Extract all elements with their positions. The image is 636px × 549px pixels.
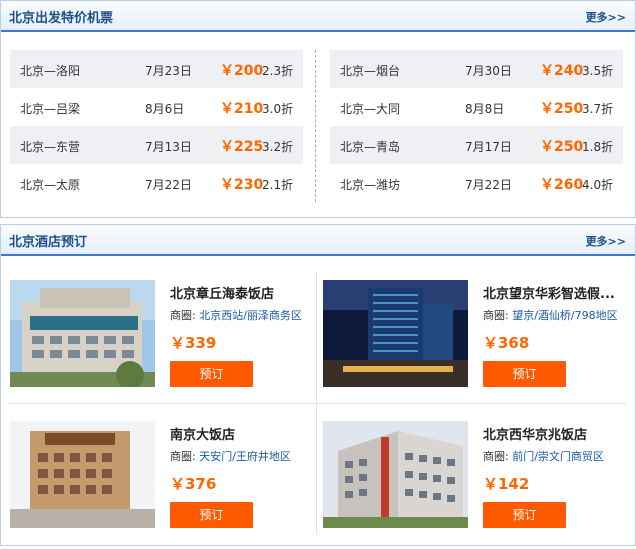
flight-route: 北京—青岛 <box>340 140 401 154</box>
flight-row[interactable]: 北京—太原 7月22日 ￥230 2.1折 <box>10 164 303 202</box>
hotel-area-link[interactable]: 前门/崇文门商贸区 <box>512 450 604 463</box>
flight-discount: 2.3折 <box>262 64 294 78</box>
book-button[interactable]: 预订 <box>170 502 253 528</box>
flight-price: ￥250 <box>540 139 584 155</box>
flight-row[interactable]: 北京—吕梁 8月6日 ￥210 3.0折 <box>10 88 303 126</box>
hotel-price: ￥376 <box>170 475 217 493</box>
flight-date: 7月23日 <box>145 64 192 78</box>
flight-discount: 3.2折 <box>262 140 294 154</box>
flight-route: 北京—洛阳 <box>20 64 81 78</box>
hotel-card: 北京望京华彩智选假... 商圈: 望京/酒仙桥/798地区 ￥368 预订 <box>323 280 629 408</box>
book-button[interactable]: 预订 <box>483 502 566 528</box>
hotel-area-link[interactable]: 望京/酒仙桥/798地区 <box>512 309 617 322</box>
hotel-photo[interactable] <box>323 421 468 528</box>
flight-discount: 4.0折 <box>582 178 614 192</box>
hotel-area-label: 商圈: <box>483 450 509 463</box>
hotel-area: 商圈: 前门/崇文门商贸区 <box>483 448 604 464</box>
hotel-name[interactable]: 南京大饭店 <box>170 424 235 443</box>
flight-date: 7月13日 <box>145 140 192 154</box>
flight-list-right: 北京—烟台 7月30日 ￥240 3.5折 北京—大同 8月8日 ￥250 3.… <box>330 50 623 202</box>
hotel-card: 北京章丘海泰饭店 商圈: 北京西站/丽泽商务区 ￥339 预订 <box>10 280 316 408</box>
flight-price: ￥230 <box>220 177 264 193</box>
hotel-area-label: 商圈: <box>483 309 509 322</box>
flight-date: 8月8日 <box>465 102 505 116</box>
hotel-booking-title: 北京酒店预订 <box>9 235 88 250</box>
book-button[interactable]: 预订 <box>170 361 253 387</box>
hotel-area-label: 商圈: <box>170 309 196 322</box>
hotel-area-link[interactable]: 北京西站/丽泽商务区 <box>199 309 302 322</box>
flight-row[interactable]: 北京—洛阳 7月23日 ￥200 2.3折 <box>10 50 303 88</box>
flight-date: 7月17日 <box>465 140 512 154</box>
hotel-area-label: 商圈: <box>170 450 196 463</box>
hotel-area: 商圈: 天安门/王府井地区 <box>170 448 291 464</box>
hotel-booking-more-link[interactable]: 更多>> <box>586 233 626 249</box>
flight-route: 北京—太原 <box>20 178 81 192</box>
hotel-area: 商圈: 望京/酒仙桥/798地区 <box>483 307 618 323</box>
flight-deals-header: 北京出发特价机票 更多>> <box>1 1 635 32</box>
flight-list-left: 北京—洛阳 7月23日 ￥200 2.3折 北京—吕梁 8月6日 ￥210 3.… <box>10 50 303 202</box>
flight-route: 北京—吕梁 <box>20 102 81 116</box>
hotel-area: 商圈: 北京西站/丽泽商务区 <box>170 307 302 323</box>
flight-deals-title: 北京出发特价机票 <box>9 11 114 26</box>
hotel-area-link[interactable]: 天安门/王府井地区 <box>199 450 291 463</box>
hotel-booking-header: 北京酒店预订 更多>> <box>1 225 635 256</box>
flight-route: 北京—烟台 <box>340 64 401 78</box>
flight-date: 8月6日 <box>145 102 185 116</box>
flight-row[interactable]: 北京—大同 8月8日 ￥250 3.7折 <box>330 88 623 126</box>
hotel-name[interactable]: 北京望京华彩智选假... <box>483 283 615 302</box>
hotel-name[interactable]: 北京西华京兆饭店 <box>483 424 587 443</box>
flight-deals-more-link[interactable]: 更多>> <box>586 9 626 25</box>
flight-route: 北京—潍坊 <box>340 178 401 192</box>
flight-price: ￥210 <box>220 101 264 117</box>
flight-discount: 3.5折 <box>582 64 614 78</box>
flight-price: ￥240 <box>540 63 584 79</box>
flight-route: 北京—大同 <box>340 102 401 116</box>
hotel-price: ￥339 <box>170 334 217 352</box>
flight-discount: 1.8折 <box>582 140 614 154</box>
book-button[interactable]: 预订 <box>483 361 566 387</box>
hotel-name[interactable]: 北京章丘海泰饭店 <box>170 283 274 302</box>
hotel-card: 北京西华京兆饭店 商圈: 前门/崇文门商贸区 ￥142 预订 <box>323 421 629 549</box>
hotel-price: ￥142 <box>483 475 530 493</box>
flight-discount: 2.1折 <box>262 178 294 192</box>
flight-date: 7月22日 <box>465 178 512 192</box>
flight-date: 7月22日 <box>145 178 192 192</box>
flight-row[interactable]: 北京—烟台 7月30日 ￥240 3.5折 <box>330 50 623 88</box>
hotel-card: 南京大饭店 商圈: 天安门/王府井地区 ￥376 预订 <box>10 421 316 549</box>
flight-discount: 3.0折 <box>262 102 294 116</box>
flight-row[interactable]: 北京—青岛 7月17日 ￥250 1.8折 <box>330 126 623 164</box>
flight-row[interactable]: 北京—潍坊 7月22日 ￥260 4.0折 <box>330 164 623 202</box>
flight-route: 北京—东营 <box>20 140 81 154</box>
flight-discount: 3.7折 <box>582 102 614 116</box>
hotel-price: ￥368 <box>483 334 530 352</box>
flight-price: ￥260 <box>540 177 584 193</box>
flight-price: ￥200 <box>220 63 264 79</box>
flight-row[interactable]: 北京—东营 7月13日 ￥225 3.2折 <box>10 126 303 164</box>
hotel-photo[interactable] <box>10 421 155 528</box>
flight-date: 7月30日 <box>465 64 512 78</box>
hotel-photo[interactable] <box>323 280 468 387</box>
flight-price: ￥225 <box>220 139 264 155</box>
flight-price: ￥250 <box>540 101 584 117</box>
flight-column-divider <box>315 50 316 202</box>
hotel-photo[interactable] <box>10 280 155 387</box>
